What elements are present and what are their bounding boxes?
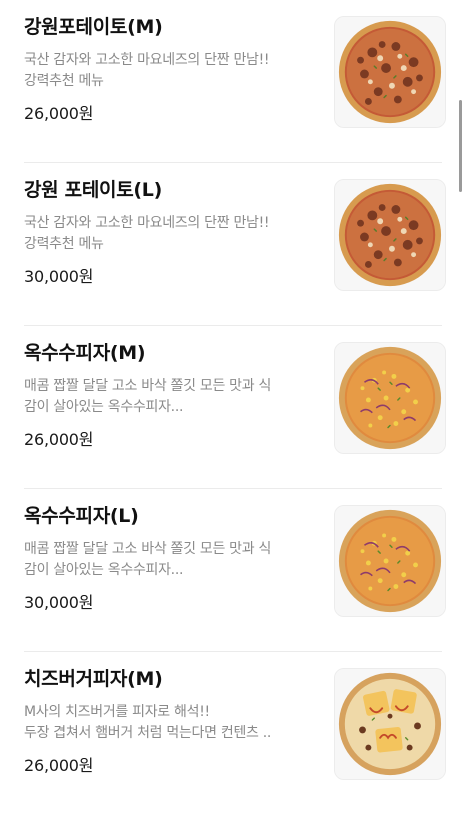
menu-item-cheeseburger-m[interactable]: 치즈버거피자(M) M사의 치즈버거를 피자로 해석!! 두장 겹쳐서 햄버거 …	[24, 652, 446, 815]
menu-item-text: 치즈버거피자(M) M사의 치즈버거를 피자로 해석!! 두장 겹쳐서 햄버거 …	[24, 666, 314, 744]
menu-item-desc-line: 국산 감자와 고소한 마요네즈의 단짠 만남!!	[24, 215, 270, 231]
menu-item-potato-m[interactable]: 강원포테이토(M) 국산 감자와 고소한 마요네즈의 단짠 만남!! 강력추천 …	[24, 0, 446, 163]
menu-item-name: 강원포테이토(M)	[24, 16, 163, 38]
pizza-illustration	[335, 180, 445, 290]
menu-item-name: 옥수수피자(L)	[24, 505, 139, 527]
menu-item-desc-line: 강력추천 메뉴	[24, 73, 104, 89]
menu-item-corn-m[interactable]: 옥수수피자(M) 매콤 짭짤 달달 고소 바삭 쫄깃 모든 맛과 식 감이 살아…	[24, 326, 446, 489]
scrollbar[interactable]	[459, 100, 462, 192]
menu-item-desc-line: 감이 살아있는 옥수수피자...	[24, 562, 184, 578]
corn-pizza-image[interactable]	[334, 505, 446, 617]
menu-item-name: 치즈버거피자(M)	[24, 668, 163, 690]
menu-item-name: 옥수수피자(M)	[24, 342, 146, 364]
menu-item-desc-line: 강력추천 메뉴	[24, 236, 104, 252]
corn-pizza-image[interactable]	[334, 342, 446, 454]
pizza-illustration	[335, 17, 445, 127]
menu-item-corn-l[interactable]: 옥수수피자(L) 매콤 짭짤 달달 고소 바삭 쫄깃 모든 맛과 식 감이 살아…	[24, 489, 446, 652]
menu-item-name: 강원 포테이토(L)	[24, 179, 162, 201]
potato-pizza-image[interactable]	[334, 16, 446, 128]
menu-item-text: 강원 포테이토(L) 국산 감자와 고소한 마요네즈의 단짠 만남!! 강력추천…	[24, 177, 314, 255]
pizza-illustration	[335, 506, 445, 616]
menu-item-text: 강원포테이토(M) 국산 감자와 고소한 마요네즈의 단짠 만남!! 강력추천 …	[24, 14, 314, 92]
menu-item-desc-line: 두장 겹쳐서 햄버거 처럼 먹는다면 컨텐츠 ..	[24, 725, 272, 741]
menu-item-desc-line: M사의 치즈버거를 피자로 해석!!	[24, 704, 210, 720]
menu-item-desc-line: 매콤 짭짤 달달 고소 바삭 쫄깃 모든 맛과 식	[24, 378, 272, 394]
menu-item-price: 26,000원	[24, 104, 94, 123]
potato-pizza-image[interactable]	[334, 179, 446, 291]
cheeseburger-pizza-image[interactable]	[334, 668, 446, 780]
menu-item-desc-line: 매콤 짭짤 달달 고소 바삭 쫄깃 모든 맛과 식	[24, 541, 272, 557]
pizza-illustration	[335, 669, 445, 779]
menu-item-price: 30,000원	[24, 267, 94, 286]
menu-item-text: 옥수수피자(L) 매콤 짭짤 달달 고소 바삭 쫄깃 모든 맛과 식 감이 살아…	[24, 503, 314, 581]
menu-item-desc-line: 감이 살아있는 옥수수피자...	[24, 399, 184, 415]
menu-item-desc-line: 국산 감자와 고소한 마요네즈의 단짠 만남!!	[24, 52, 270, 68]
menu-item-price: 26,000원	[24, 430, 94, 449]
menu-item-text: 옥수수피자(M) 매콤 짭짤 달달 고소 바삭 쫄깃 모든 맛과 식 감이 살아…	[24, 340, 314, 418]
menu-item-price: 30,000원	[24, 593, 94, 612]
menu-item-potato-l[interactable]: 강원 포테이토(L) 국산 감자와 고소한 마요네즈의 단짠 만남!! 강력추천…	[24, 163, 446, 326]
menu-item-price: 26,000원	[24, 756, 94, 775]
menu-list: 강원포테이토(M) 국산 감자와 고소한 마요네즈의 단짠 만남!! 강력추천 …	[0, 0, 466, 815]
pizza-illustration	[335, 343, 445, 453]
